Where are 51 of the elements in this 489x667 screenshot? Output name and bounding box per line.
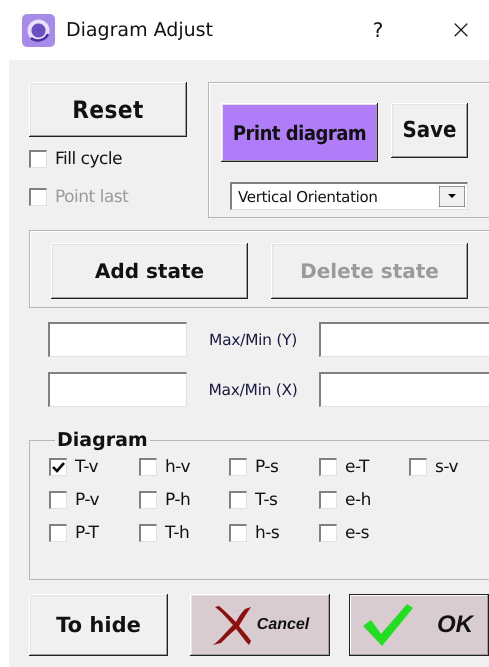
checkbox[interactable] xyxy=(49,491,67,509)
checkbox-label: e-T xyxy=(345,457,369,477)
add-state-button[interactable]: Add state xyxy=(51,243,248,299)
checkbox[interactable] xyxy=(409,458,427,476)
checkbox[interactable] xyxy=(319,458,337,476)
range-label: Max/Min (Y) xyxy=(208,330,298,348)
help-button[interactable]: ? xyxy=(367,18,389,42)
reset-button[interactable]: Reset xyxy=(29,82,187,137)
checkbox[interactable] xyxy=(229,524,247,542)
checkbox[interactable] xyxy=(139,458,157,476)
group-title: Diagram xyxy=(56,429,149,451)
hide-button[interactable]: To hide xyxy=(29,594,168,656)
checkbox-label: P-v xyxy=(75,490,100,510)
print-diagram-button[interactable]: Print diagram xyxy=(221,103,378,162)
checkbox[interactable] xyxy=(139,491,157,509)
checkbox[interactable] xyxy=(229,458,247,476)
input-field[interactable] xyxy=(48,372,187,407)
checkbox-label: s-v xyxy=(435,457,458,477)
checkbox[interactable] xyxy=(49,524,67,542)
orientation-dropdown[interactable]: Vertical Orientation xyxy=(230,182,468,210)
input-field[interactable] xyxy=(319,372,489,407)
save-button[interactable]: Save xyxy=(391,103,468,158)
checkbox[interactable] xyxy=(229,491,247,509)
dropdown-arrow-icon[interactable] xyxy=(439,186,465,207)
checkmark-icon xyxy=(361,602,415,648)
checkbox-label: P-s xyxy=(255,457,278,477)
x-icon xyxy=(210,603,253,647)
app-icon xyxy=(22,14,55,46)
checkbox-label: e-s xyxy=(345,523,369,543)
checkbox-label: e-h xyxy=(345,490,371,510)
checkbox-label: T-v xyxy=(75,457,98,477)
checkbox-label: h-s xyxy=(255,523,280,543)
checkbox-label: h-v xyxy=(165,457,190,477)
checkbox[interactable] xyxy=(319,491,337,509)
ok-button[interactable]: OK xyxy=(349,594,489,656)
range-label: Max/Min (X) xyxy=(207,380,299,398)
checkbox[interactable] xyxy=(139,524,157,542)
checkbox[interactable] xyxy=(49,458,67,476)
input-field[interactable] xyxy=(319,322,489,357)
checkbox-label: T-s xyxy=(255,490,278,510)
checkbox-label: Point last xyxy=(55,187,128,207)
checkbox[interactable] xyxy=(29,150,47,168)
input-field[interactable] xyxy=(48,322,187,357)
checkbox-label: P-h xyxy=(165,490,190,510)
checkbox-label: P-T xyxy=(75,523,98,543)
window-title: Diagram Adjust xyxy=(66,19,214,41)
checkbox[interactable] xyxy=(319,524,337,542)
cancel-button[interactable]: Cancel xyxy=(190,594,330,656)
checkbox-label: Fill cycle xyxy=(55,149,122,169)
checkbox-label: T-h xyxy=(165,523,190,543)
close-button[interactable]: × xyxy=(447,15,475,45)
